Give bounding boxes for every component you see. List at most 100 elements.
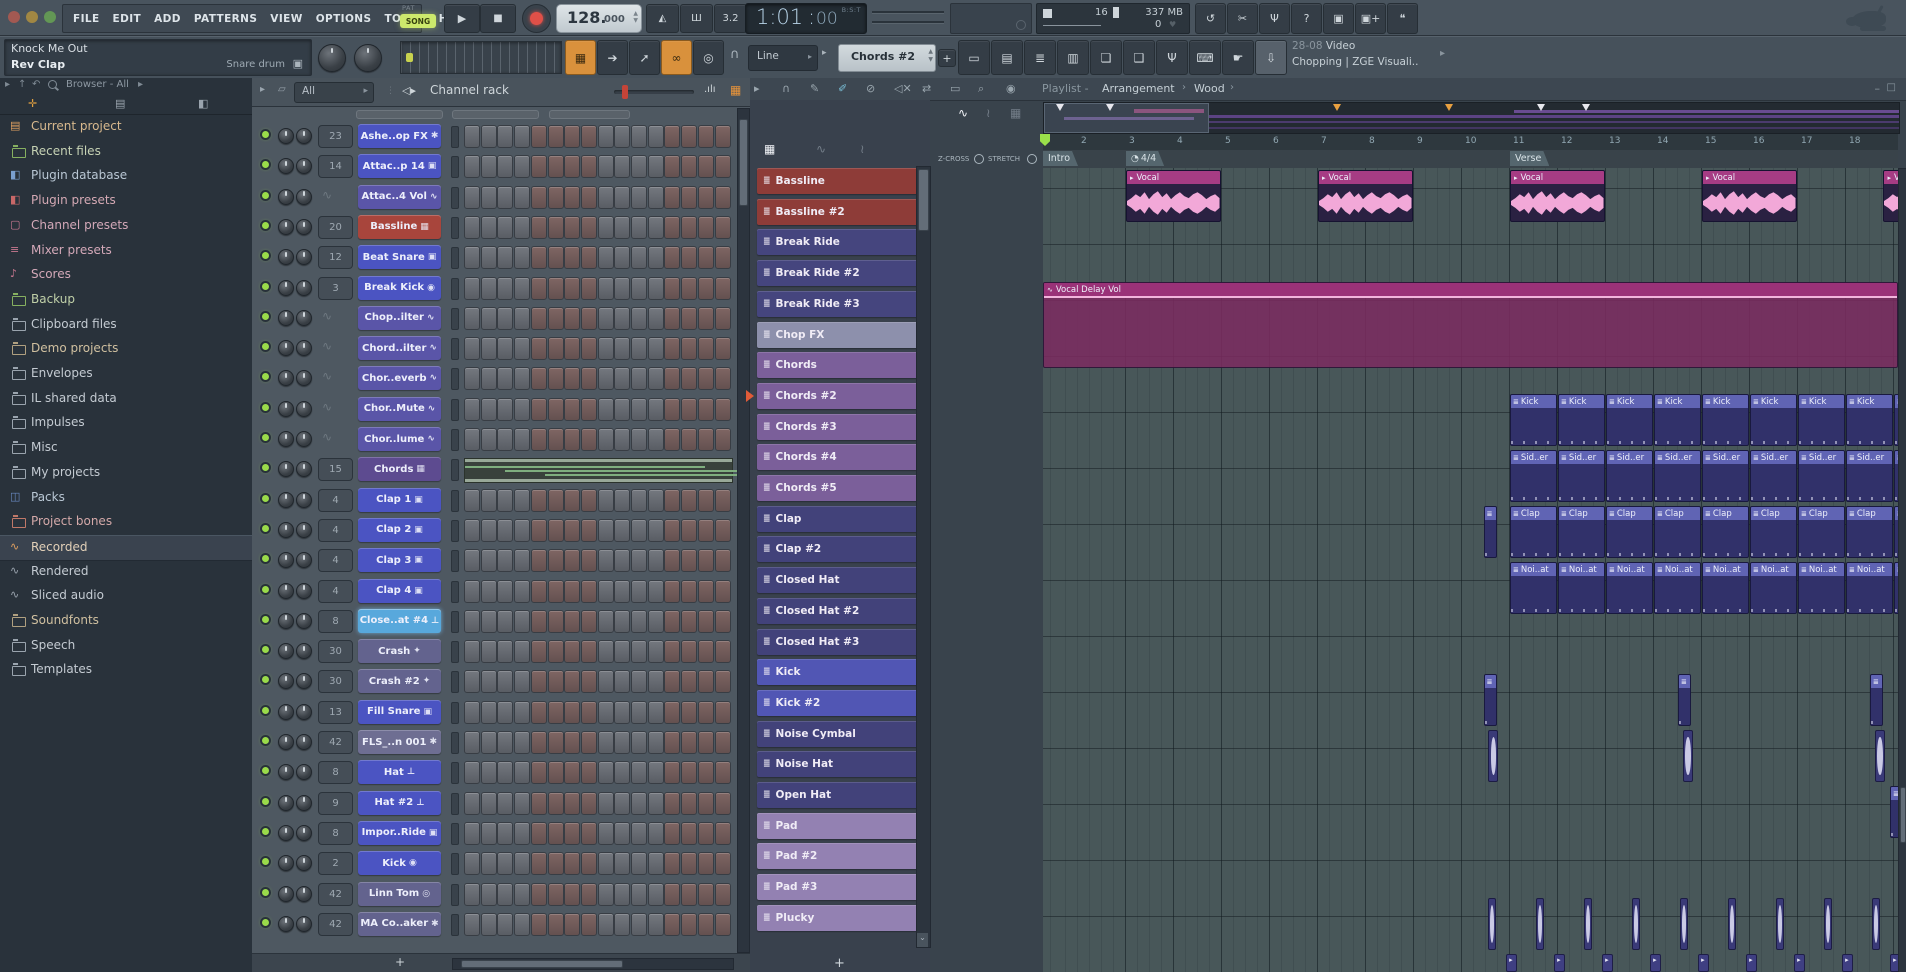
step-cell[interactable]: [564, 489, 580, 512]
toolbar-step-grid-button[interactable]: ▦: [565, 40, 596, 75]
step-cell[interactable]: [681, 519, 697, 542]
step-cell[interactable]: [698, 761, 714, 784]
step-cell[interactable]: [481, 822, 497, 845]
step-cell[interactable]: [614, 277, 630, 300]
channel-key-strip[interactable]: [451, 793, 459, 815]
step-cell[interactable]: [598, 731, 614, 754]
step-cell[interactable]: [664, 822, 680, 845]
channel-mixer-track[interactable]: 4: [318, 489, 353, 512]
channel-key-strip[interactable]: [451, 490, 459, 512]
step-cell[interactable]: [614, 155, 630, 178]
step-cell[interactable]: [648, 549, 664, 572]
clip-pattern[interactable]: ≣: [1484, 674, 1497, 726]
step-cell[interactable]: [531, 549, 547, 572]
step-cell[interactable]: [497, 822, 513, 845]
step-cell[interactable]: [598, 670, 614, 693]
step-cell[interactable]: [648, 792, 664, 815]
browser-item-backup[interactable]: Backup: [0, 288, 252, 312]
top-mic-record-button[interactable]: Ψ: [1259, 3, 1290, 34]
channel-button[interactable]: Hat⊥: [358, 760, 441, 784]
step-cell[interactable]: [715, 580, 731, 603]
channel-volume-knob[interactable]: [296, 704, 312, 720]
step-cell[interactable]: [614, 670, 630, 693]
toolbar-pot-button[interactable]: ◎: [693, 40, 724, 75]
clip-noi-at[interactable]: ≣Noi..at: [1654, 562, 1701, 614]
channel-button[interactable]: Chords▦: [358, 457, 441, 481]
step-cell[interactable]: [481, 792, 497, 815]
playlist-maximize-icon[interactable]: □: [1887, 82, 1896, 93]
channel-enable-led[interactable]: [262, 495, 269, 502]
step-cell[interactable]: [464, 307, 480, 330]
step-cell[interactable]: [497, 277, 513, 300]
channel-mixer-track[interactable]: 8: [318, 761, 353, 784]
step-cell[interactable]: [548, 549, 564, 572]
top-undo-button[interactable]: ↺: [1195, 3, 1226, 34]
channel-button[interactable]: FLS_..n 001✱: [358, 730, 441, 754]
pattern-item-break-ride[interactable]: ≣Break Ride: [757, 229, 922, 255]
rack-h-scrollbar-thumb[interactable]: [461, 960, 623, 968]
step-cell[interactable]: [648, 398, 664, 421]
step-cell[interactable]: [664, 580, 680, 603]
clip-rev-clap-audio[interactable]: [1824, 898, 1832, 950]
stretch-toggle[interactable]: [1027, 154, 1037, 164]
step-cell[interactable]: [698, 883, 714, 906]
step-cell[interactable]: [514, 761, 530, 784]
status-expand-arrow-icon[interactable]: ▸: [1440, 48, 1445, 59]
channel-enable-led[interactable]: [262, 252, 269, 259]
channel-enable-led[interactable]: [262, 889, 269, 896]
step-cell[interactable]: [681, 822, 697, 845]
step-cell[interactable]: [614, 337, 630, 360]
step-cell[interactable]: [481, 883, 497, 906]
step-cell[interactable]: [598, 428, 614, 451]
window-piano-roll-button[interactable]: ▤: [991, 40, 1023, 75]
step-cell[interactable]: [481, 610, 497, 633]
browser-item-channel-presets[interactable]: ▢Channel presets: [0, 214, 252, 238]
window-close-button[interactable]: [8, 11, 20, 23]
step-cell[interactable]: [464, 549, 480, 572]
rack-h-scrollbar[interactable]: [452, 958, 734, 970]
position-groove-2[interactable]: [872, 21, 944, 23]
step-cell[interactable]: [648, 216, 664, 239]
step-cell[interactable]: [681, 883, 697, 906]
step-cell[interactable]: [548, 640, 564, 663]
step-cell[interactable]: [548, 337, 564, 360]
step-cell[interactable]: [631, 761, 647, 784]
step-cell[interactable]: [614, 640, 630, 663]
step-cell[interactable]: [531, 519, 547, 542]
channel-key-strip[interactable]: [451, 308, 459, 330]
step-cell[interactable]: [548, 367, 564, 390]
step-cell[interactable]: [514, 883, 530, 906]
step-cell[interactable]: [715, 761, 731, 784]
step-cell[interactable]: [698, 428, 714, 451]
channel-enable-led[interactable]: [262, 131, 269, 138]
channel-key-strip[interactable]: [451, 399, 459, 421]
channel-mixer-track[interactable]: 20: [318, 216, 353, 239]
step-cell[interactable]: [648, 277, 664, 300]
step-cell[interactable]: [598, 610, 614, 633]
step-cell[interactable]: [514, 489, 530, 512]
channel-enable-led[interactable]: [262, 283, 269, 290]
clip-kick[interactable]: ≣Kick: [1606, 394, 1653, 446]
pattern-item-chop-fx[interactable]: ≣Chop FX: [757, 322, 922, 348]
channel-key-strip[interactable]: [451, 853, 459, 875]
step-cell[interactable]: [464, 519, 480, 542]
step-cell[interactable]: [497, 640, 513, 663]
step-cell[interactable]: [531, 246, 547, 269]
step-cell[interactable]: [648, 701, 664, 724]
playlist-tool-paint-icon[interactable]: ✐: [838, 82, 847, 95]
clip-vocal[interactable]: ▸Vocal: [1126, 170, 1221, 222]
timeline-marker-verse[interactable]: Verse: [1510, 151, 1549, 166]
step-cell[interactable]: [598, 489, 614, 512]
step-cell[interactable]: [514, 549, 530, 572]
picker-tab-automation-icon[interactable]: ≀: [860, 142, 865, 156]
step-cell[interactable]: [581, 519, 597, 542]
step-cell[interactable]: [564, 731, 580, 754]
channel-enable-led[interactable]: [262, 676, 269, 683]
snap-magnet-icon[interactable]: ∩: [730, 47, 740, 62]
step-cell[interactable]: [481, 580, 497, 603]
step-cell[interactable]: [481, 852, 497, 875]
pattern-item-clap-2[interactable]: ≣Clap #2: [757, 536, 922, 562]
clip-wood[interactable]: ▸: [1794, 954, 1805, 972]
browser-item-scores[interactable]: ♪Scores: [0, 263, 252, 287]
channel-pan-knob[interactable]: [278, 340, 294, 356]
